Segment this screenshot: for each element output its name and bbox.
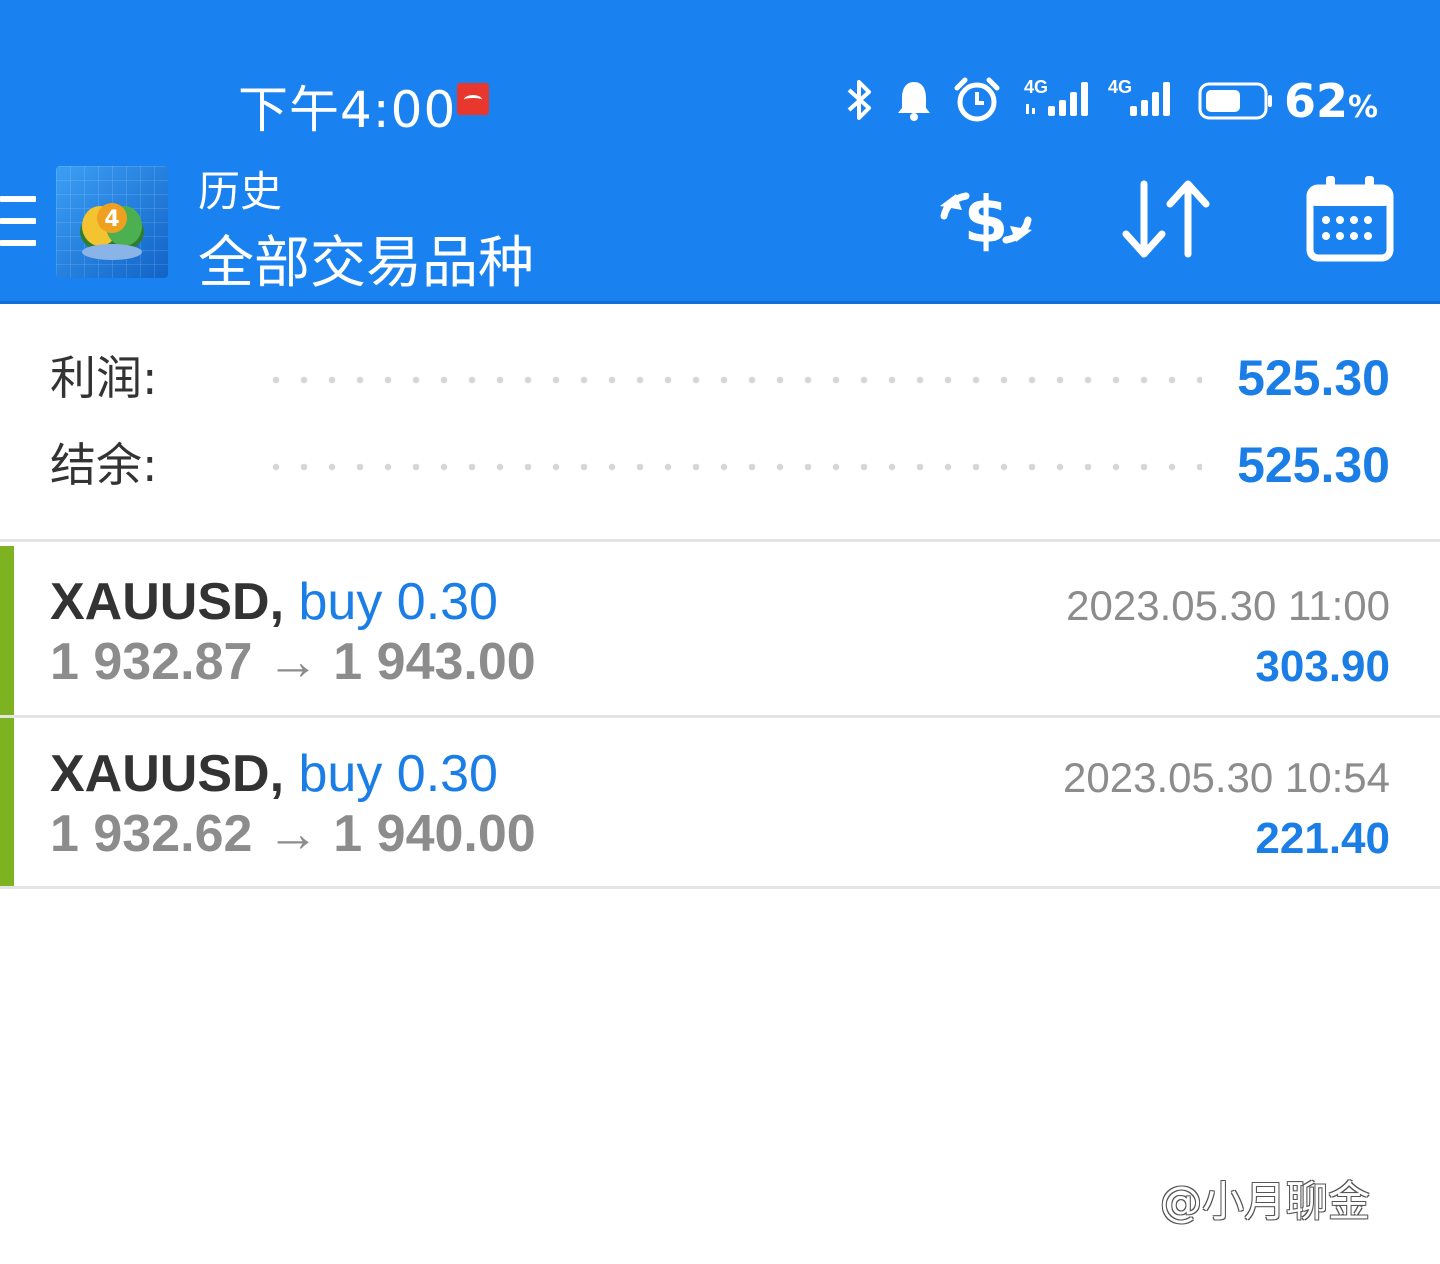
- trade-symbol: XAUUSD: [50, 573, 270, 631]
- trade-prices: 1 932.87 → 1 943.00: [50, 633, 536, 691]
- dotted-leader: [262, 463, 1202, 471]
- svg-text:4G: 4G: [1108, 77, 1132, 97]
- status-time: 下午4:00: [238, 81, 457, 139]
- section-divider: [0, 539, 1440, 542]
- balance-summary-row: 结余: 525.30: [0, 425, 1440, 505]
- page-subtitle: 历史: [198, 167, 283, 216]
- row-divider: [0, 886, 1440, 889]
- trade-row[interactable]: XAUUSD, buy 0.30 1 932.62 → 1 940.00 202…: [0, 718, 1440, 888]
- battery-icon: [1198, 82, 1272, 120]
- calendar-icon[interactable]: [1306, 174, 1394, 262]
- alarm-clock-icon: [954, 77, 1000, 122]
- currency-exchange-icon[interactable]: $: [936, 176, 1036, 260]
- battery-percentage: 62%: [1284, 74, 1379, 128]
- metatrader-logo: 4: [56, 166, 168, 278]
- trade-time: 2023.05.30 11:00: [1066, 582, 1390, 629]
- svg-text:$: $: [964, 184, 1009, 258]
- profit-label: 利润:: [50, 351, 158, 405]
- cellular-signal-icon: 4G: [1108, 77, 1170, 116]
- bell-icon: [898, 82, 930, 121]
- symbol-filter-title[interactable]: 全部交易品种: [198, 218, 534, 299]
- trade-profit: 221.40: [1255, 814, 1390, 863]
- dotted-leader: [262, 376, 1202, 384]
- trade-prices: 1 932.62 → 1 940.00: [50, 805, 536, 863]
- header-divider: [0, 301, 1440, 304]
- trade-profit: 303.90: [1255, 642, 1390, 691]
- trade-side-volume: buy 0.30: [298, 573, 498, 631]
- sort-icon[interactable]: [1120, 178, 1214, 260]
- buy-indicator-bar: [0, 546, 14, 716]
- trade-symbol: XAUUSD: [50, 745, 270, 803]
- notification-app-icon: [457, 83, 489, 115]
- profit-value: 525.30: [1237, 350, 1390, 406]
- trade-time: 2023.05.30 10:54: [1063, 754, 1390, 801]
- buy-indicator-bar: [0, 718, 14, 888]
- watermark: @小月聊金: [1160, 1177, 1371, 1226]
- svg-text:4: 4: [104, 207, 119, 232]
- trade-title: XAUUSD, buy 0.30: [50, 573, 498, 631]
- profit-summary-row: 利润: 525.30: [0, 338, 1440, 418]
- trade-side-volume: buy 0.30: [298, 745, 498, 803]
- bluetooth-icon: [847, 80, 871, 120]
- balance-label: 结余:: [50, 438, 158, 492]
- balance-value: 525.30: [1237, 437, 1390, 493]
- trade-title: XAUUSD, buy 0.30: [50, 745, 498, 803]
- trade-row[interactable]: XAUUSD, buy 0.30 1 932.87 → 1 943.00 202…: [0, 546, 1440, 716]
- cellular-signal-icon: 4G: [1024, 77, 1088, 116]
- menu-icon[interactable]: [0, 196, 36, 248]
- app-header: 下午4:00 4G 4G 62% 4 历史 全部交易品种 $: [0, 0, 1440, 303]
- svg-text:4G: 4G: [1024, 77, 1048, 97]
